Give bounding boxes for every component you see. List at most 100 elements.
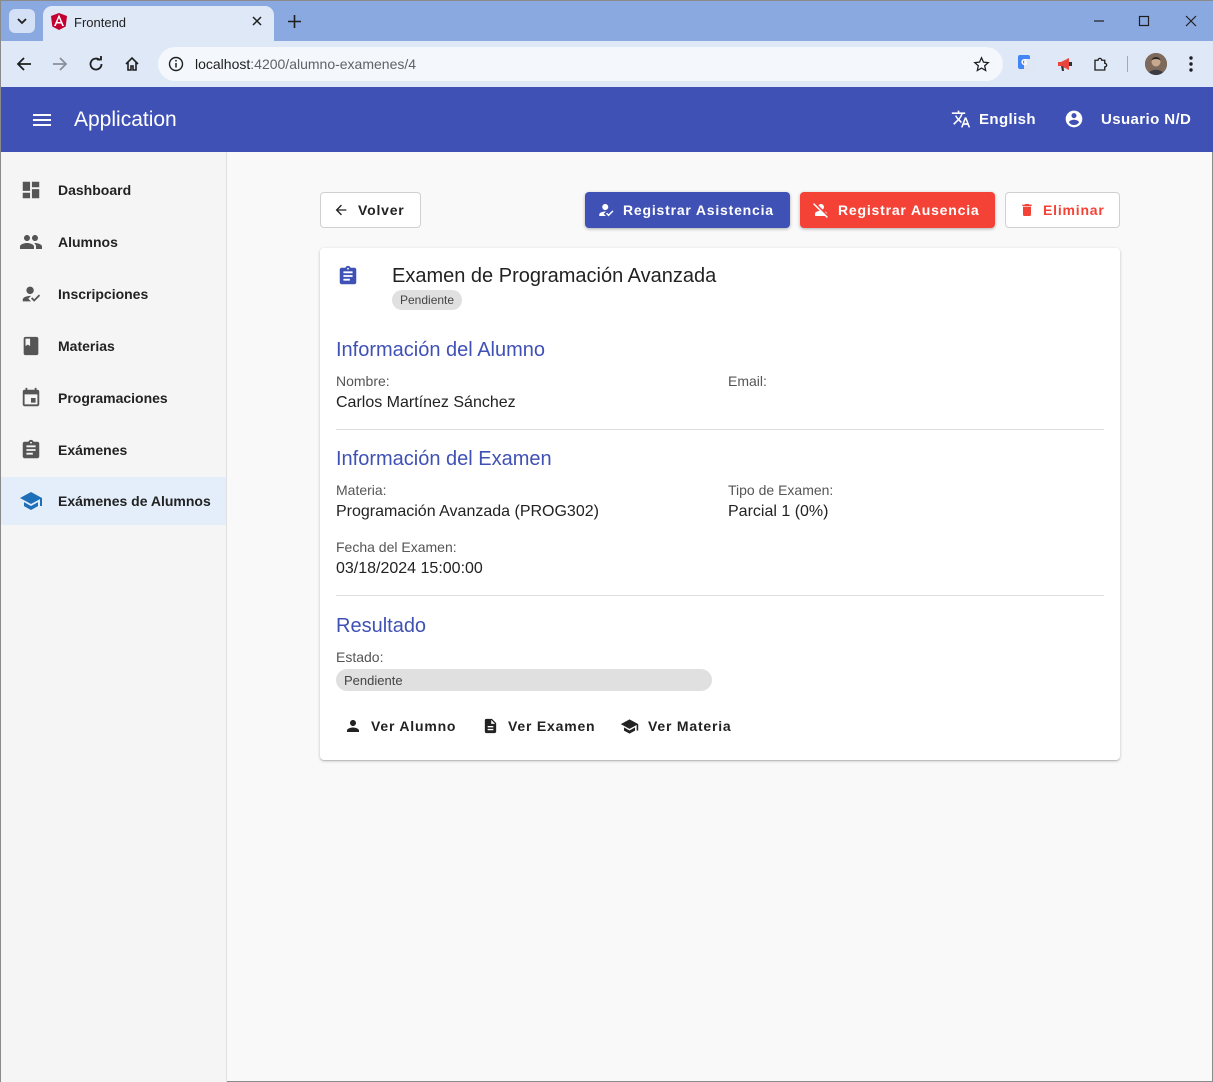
- site-info-button[interactable]: [166, 54, 186, 74]
- megaphone-icon: [1058, 58, 1072, 71]
- sidebar-item-label: Exámenes de Alumnos: [58, 493, 211, 509]
- student-section-title: Información del Alumno: [336, 339, 546, 361]
- sidebar-item-inscripciones[interactable]: Inscripciones: [1, 270, 226, 318]
- url-host: localhost: [195, 56, 251, 72]
- new-tab-button[interactable]: [284, 11, 304, 31]
- language-button[interactable]: English: [951, 107, 1036, 131]
- app-title: Application: [74, 108, 177, 131]
- exam-date-label: Fecha del Examen:: [336, 539, 457, 555]
- angular-logo-icon: [51, 13, 67, 30]
- subject-label: Materia:: [336, 482, 387, 498]
- how-to-reg-icon: [19, 282, 43, 306]
- sidenav: Dashboard Alumnos Inscripciones Materias…: [1, 152, 227, 1082]
- name-value: Carlos Martínez Sánchez: [336, 394, 516, 411]
- state-label: Estado:: [336, 649, 384, 665]
- back-button[interactable]: Volver: [320, 192, 421, 228]
- card-title: Examen de Programación Avanzada: [392, 265, 717, 287]
- name-label: Nombre:: [336, 373, 390, 389]
- browser-menu-button[interactable]: [1180, 53, 1202, 75]
- forward-nav-button[interactable]: [48, 52, 72, 76]
- info-icon: [168, 56, 184, 72]
- account-circle-icon: [1065, 110, 1083, 128]
- delete-button[interactable]: Eliminar: [1005, 192, 1120, 228]
- app-toolbar: Application English Usuario N/D: [1, 87, 1213, 152]
- exam-type-value: Parcial 1 (0%): [728, 503, 829, 520]
- sidebar-item-label: Materias: [58, 338, 115, 354]
- sidebar-item-label: Inscripciones: [58, 286, 149, 302]
- sidebar-item-label: Alumnos: [58, 234, 118, 250]
- minimize-window-button[interactable]: [1087, 9, 1111, 33]
- home-icon: [125, 56, 139, 71]
- section-divider: [336, 595, 1104, 596]
- browser-toolbar: localhost:4200/alumno-examenes/4 G: [1, 41, 1213, 87]
- description-icon: [484, 718, 497, 734]
- view-student-button[interactable]: Ver Alumno: [344, 714, 456, 738]
- status-badge: Pendiente: [392, 290, 463, 310]
- url-path: :4200/alumno-examenes/4: [250, 56, 417, 72]
- view-exam-button[interactable]: Ver Examen: [482, 714, 595, 738]
- google-translate-extension[interactable]: G: [1016, 53, 1038, 75]
- school-icon: [620, 718, 639, 734]
- sidebar-item-dashboard[interactable]: Dashboard: [1, 166, 226, 214]
- book-icon: [19, 334, 43, 358]
- register-absence-label: Registrar Ausencia: [838, 202, 980, 218]
- hamburger-menu-icon: [33, 114, 51, 126]
- people-icon: [19, 230, 43, 254]
- svg-text:G: G: [1021, 58, 1028, 67]
- result-section-title: Resultado: [336, 615, 427, 637]
- extensions-button[interactable]: [1090, 53, 1112, 75]
- puzzle-icon: [1094, 57, 1108, 71]
- delete-button-label: Eliminar: [1043, 202, 1105, 218]
- view-student-label: Ver Alumno: [371, 718, 457, 734]
- translate-icon: [951, 110, 971, 128]
- star-outline-icon: [972, 55, 990, 72]
- register-attendance-label: Registrar Asistencia: [623, 202, 774, 218]
- sidebar-item-programaciones[interactable]: Programaciones: [1, 374, 226, 422]
- profile-avatar[interactable]: [1145, 53, 1167, 75]
- assignment-icon: [19, 438, 43, 462]
- user-menu-button[interactable]: Usuario N/D: [1064, 107, 1191, 131]
- reload-button[interactable]: [84, 52, 108, 76]
- bookmark-star-button[interactable]: [971, 54, 991, 74]
- tab-search-button[interactable]: [9, 9, 35, 33]
- back-button-label: Volver: [358, 202, 405, 218]
- trash-icon: [1022, 204, 1032, 216]
- reload-icon: [89, 56, 103, 71]
- state-status-badge: Pendiente: [336, 669, 712, 691]
- browser-tab-bar: Frontend: [1, 1, 1213, 41]
- register-absence-button[interactable]: Registrar Ausencia: [800, 192, 995, 228]
- address-bar[interactable]: localhost:4200/alumno-examenes/4: [158, 47, 1003, 81]
- sidebar-item-materias[interactable]: Materias: [1, 322, 226, 370]
- maximize-icon: [1138, 15, 1150, 27]
- arrow-left-icon: [16, 57, 31, 71]
- how-to-reg-icon: [599, 204, 614, 217]
- view-subject-button[interactable]: Ver Materia: [620, 714, 732, 738]
- school-icon: [19, 489, 43, 513]
- exam-section-title: Información del Examen: [336, 448, 552, 470]
- sidebar-item-examenes[interactable]: Exámenes: [1, 426, 226, 474]
- sidebar-item-label: Exámenes: [58, 442, 128, 458]
- sidebar-item-label: Dashboard: [58, 182, 132, 198]
- announcement-extension[interactable]: [1054, 53, 1076, 75]
- close-tab-button[interactable]: [248, 12, 266, 30]
- sidebar-item-alumnos[interactable]: Alumnos: [1, 218, 226, 266]
- tab-title: Frontend: [74, 15, 127, 30]
- user-label: Usuario N/D: [1101, 110, 1192, 128]
- back-nav-button[interactable]: [12, 52, 36, 76]
- close-icon: [252, 16, 262, 26]
- view-subject-label: Ver Materia: [648, 718, 732, 734]
- url-text: localhost:4200/alumno-examenes/4: [195, 56, 416, 72]
- close-icon: [1185, 15, 1197, 27]
- toolbar-separator: [1127, 56, 1128, 72]
- sidebar-item-examenes-alumnos[interactable]: Exámenes de Alumnos: [1, 477, 226, 525]
- home-button[interactable]: [120, 52, 144, 76]
- register-attendance-button[interactable]: Registrar Asistencia: [585, 192, 790, 228]
- close-window-button[interactable]: [1179, 9, 1203, 33]
- maximize-window-button[interactable]: [1132, 9, 1156, 33]
- sidenav-toggle-button[interactable]: [31, 109, 53, 131]
- exam-date-value: 03/18/2024 15:00:00: [336, 560, 483, 577]
- kebab-menu-icon: [1189, 56, 1193, 72]
- subject-value: Programación Avanzada (PROG302): [336, 503, 599, 520]
- translate-extension-icon: G: [1018, 55, 1036, 73]
- browser-tab-active[interactable]: Frontend: [43, 6, 274, 41]
